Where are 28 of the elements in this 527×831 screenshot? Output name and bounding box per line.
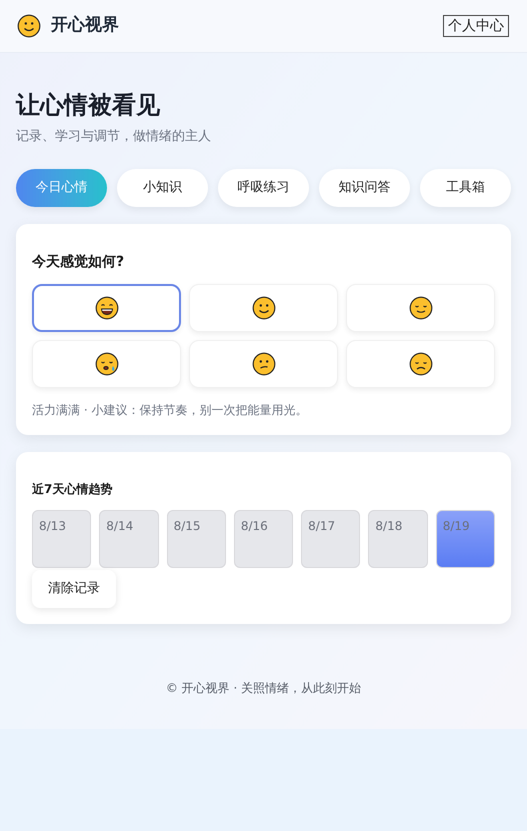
day-tile: 8/16	[234, 510, 294, 568]
sad-face-icon	[408, 352, 432, 376]
profile-button[interactable]: 个人中心	[443, 15, 509, 37]
trend-title: 近7天心情趋势	[32, 480, 114, 498]
nav-tab[interactable]: 工具箱	[420, 168, 511, 206]
day-tile: 8/15	[166, 510, 226, 568]
day-tile: 8/14	[99, 510, 159, 568]
hero-subtitle: 记录、学习与调节，做情绪的主人	[16, 128, 212, 146]
smiling-face-icon	[252, 296, 276, 320]
smiley-logo-icon	[17, 14, 41, 38]
mood-option[interactable]	[32, 284, 181, 332]
nav-tab[interactable]: 知识问答	[319, 168, 410, 206]
mood-question: 今天感觉如何?	[32, 252, 126, 272]
clear-records-button[interactable]: 清除记录	[32, 570, 116, 608]
grinning-face-icon	[94, 296, 118, 320]
sleepy-face-icon	[94, 352, 118, 376]
footer-text: © 开心视界 · 关照情绪，从此刻开始	[164, 680, 362, 696]
day-tile: 8/19	[436, 510, 495, 568]
confused-face-icon	[252, 352, 276, 376]
hero-title: 让心情被看见	[16, 90, 161, 121]
mood-tip: 活力满满 · 小建议：保持节奏，别一次把能量用光。	[32, 402, 308, 418]
day-tile: 8/17	[301, 510, 360, 568]
day-tile: 8/18	[368, 510, 428, 568]
nav-tab[interactable]: 小知识	[117, 168, 208, 206]
day-tile: 8/13	[32, 510, 92, 568]
nav-tab[interactable]: 呼吸练习	[218, 168, 309, 206]
brand-name: 开心视界	[51, 14, 119, 38]
relieved-face-icon	[408, 296, 432, 320]
